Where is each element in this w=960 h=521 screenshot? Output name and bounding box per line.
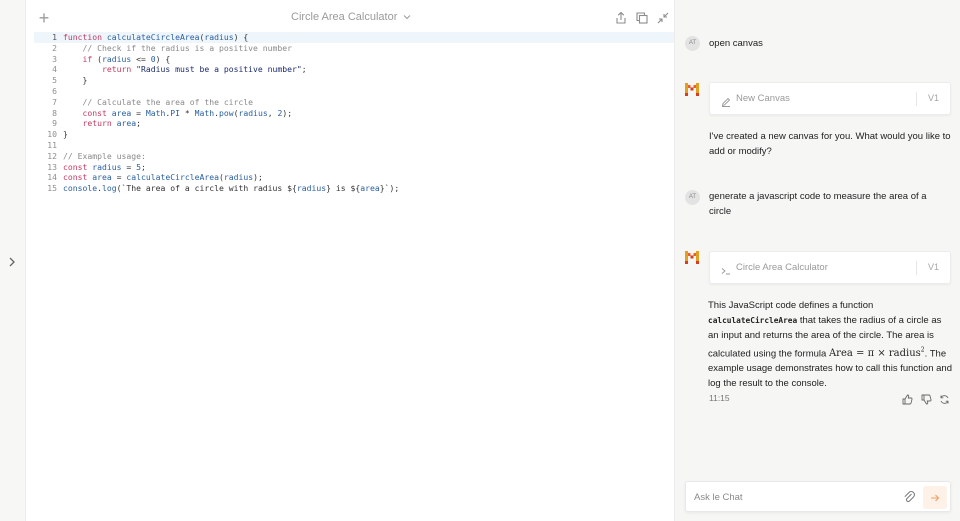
line-number: 11 xyxy=(47,139,57,150)
canvas-editor: Circle Area Calculator 1 function calcula… xyxy=(25,0,675,521)
user-avatar: AT xyxy=(685,36,700,51)
pencil-icon xyxy=(721,94,731,107)
user-avatar: AT xyxy=(685,190,700,205)
terminal-icon xyxy=(721,263,731,275)
thumbs-up-icon[interactable] xyxy=(902,392,913,405)
chevron-right-icon[interactable] xyxy=(5,254,19,270)
arrow-right-icon xyxy=(931,494,940,501)
canvas-card-version: V1 xyxy=(927,262,939,272)
plus-icon[interactable]: + xyxy=(36,9,52,27)
document-title: Circle Area Calculator xyxy=(291,11,398,23)
line-number: 6 xyxy=(52,85,57,96)
chat-input[interactable] xyxy=(694,489,894,505)
code-editor[interactable]: 1 function calculateCircleArea(radius) {2… xyxy=(34,32,674,194)
left-rail xyxy=(0,0,25,521)
math-formula: Area = π × radius2 xyxy=(828,347,925,360)
code-line[interactable]: 1 function calculateCircleArea(radius) { xyxy=(34,32,674,43)
share-icon[interactable] xyxy=(614,11,628,25)
assistant-message: I've created a new canvas for you. What … xyxy=(709,131,951,157)
line-number: 13 xyxy=(47,161,57,172)
line-number: 12 xyxy=(47,150,57,161)
line-number: 8 xyxy=(52,107,57,118)
chevron-down-icon xyxy=(404,15,411,20)
message-timestamp: 11:15 xyxy=(709,393,730,403)
code-line[interactable]: 10} xyxy=(34,129,674,140)
code-line[interactable]: 15 console.log(`The area of a circle with… xyxy=(34,183,674,194)
thumbs-down-icon[interactable] xyxy=(921,392,932,405)
code-line[interactable]: 7 // Calculate the area of the circle xyxy=(34,97,674,108)
chat-panel: AT open canvas New Canvas V1 I've create… xyxy=(676,0,960,521)
divider xyxy=(916,261,917,275)
mistral-logo-icon xyxy=(685,251,699,264)
copy-icon[interactable] xyxy=(635,11,649,25)
line-number: 5 xyxy=(52,75,57,86)
code-line[interactable]: 2 // Check if the radius is a positive n… xyxy=(34,43,674,54)
line-number: 14 xyxy=(47,172,57,183)
canvas-card-version: V1 xyxy=(927,93,939,103)
user-message: open canvas xyxy=(709,38,763,49)
user-message: generate a javascript code to measure th… xyxy=(709,191,927,217)
code-line[interactable]: 8 const area = Math.PI * Math.pow(radius… xyxy=(34,108,674,119)
document-title-dropdown[interactable]: Circle Area Calculator xyxy=(291,11,411,23)
collapse-icon[interactable] xyxy=(656,11,670,25)
editor-header: Circle Area Calculator xyxy=(26,0,676,34)
code-line[interactable]: 13 const radius = 5; xyxy=(34,162,674,173)
code-line[interactable]: 12// Example usage: xyxy=(34,151,674,162)
line-number: 7 xyxy=(52,96,57,107)
inline-code: calculateCircleArea xyxy=(708,316,798,325)
line-number: 4 xyxy=(52,64,57,75)
line-number: 9 xyxy=(52,118,57,129)
canvas-card-title: New Canvas xyxy=(736,93,790,104)
canvas-card-title: Circle Area Calculator xyxy=(736,262,828,273)
paperclip-icon[interactable] xyxy=(903,490,915,504)
line-number: 2 xyxy=(52,42,57,53)
line-number: 15 xyxy=(47,183,57,194)
regenerate-icon[interactable] xyxy=(939,392,950,404)
code-line[interactable]: 6 xyxy=(34,86,674,97)
assistant-message: This JavaScript code defines a function c… xyxy=(708,298,952,391)
divider xyxy=(916,92,917,106)
code-line[interactable]: 11 xyxy=(34,140,674,151)
code-line[interactable]: 3 if (radius <= 0) { xyxy=(34,54,674,65)
mistral-logo-icon xyxy=(685,83,699,96)
message-text: This JavaScript code defines a function xyxy=(708,300,874,311)
line-number: 1 xyxy=(52,32,57,42)
code-line[interactable]: 14 const area = calculateCircleArea(radiu… xyxy=(34,172,674,183)
send-button[interactable] xyxy=(923,486,947,509)
canvas-card-new-canvas[interactable]: New Canvas V1 xyxy=(709,82,951,115)
line-number: 3 xyxy=(52,53,57,64)
canvas-card-circle-area-calculator[interactable]: Circle Area Calculator V1 xyxy=(709,251,951,284)
code-line[interactable]: 4 return "Radius must be a positive numb… xyxy=(34,64,674,75)
code-line[interactable]: 5 } xyxy=(34,75,674,86)
code-line[interactable]: 9 return area; xyxy=(34,118,674,129)
chat-input-box xyxy=(685,481,951,512)
line-number: 10 xyxy=(47,129,57,140)
